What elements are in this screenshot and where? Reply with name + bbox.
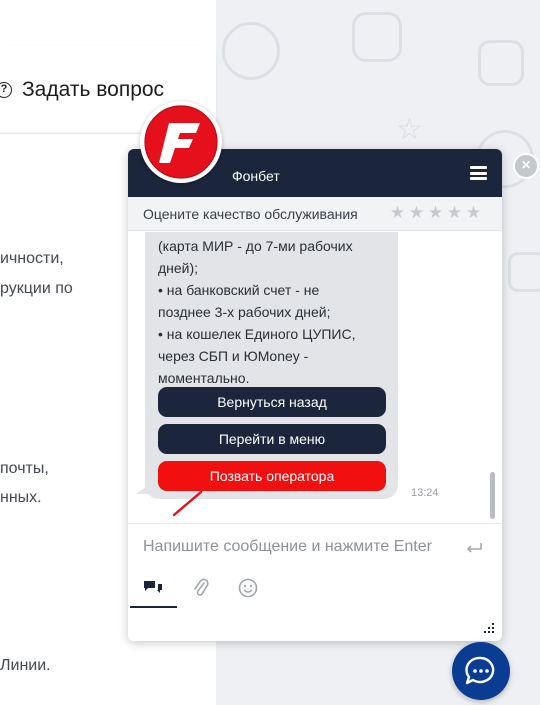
input-area <box>128 523 502 569</box>
page-text-line: почты, <box>0 460 49 477</box>
message-line: (карта МИР - до 7-ми рабочих <box>158 238 353 254</box>
page-text-line: ичности, <box>0 250 64 267</box>
chat-bubble-icon[interactable] <box>452 642 510 700</box>
message-line: дней); <box>158 260 199 276</box>
bot-message-bubble: (карта МИР - до 7-ми рабочих дней); • на… <box>145 232 398 499</box>
star-icon[interactable]: ★ <box>407 203 426 223</box>
back-button[interactable]: Вернуться назад <box>158 387 386 417</box>
scrollbar-thumb[interactable] <box>490 472 495 519</box>
brand-logo <box>140 101 222 183</box>
menu-icon[interactable] <box>470 166 487 180</box>
star-icon[interactable]: ★ <box>445 203 464 223</box>
message-line: • на банковский счет - не <box>158 282 320 298</box>
page-text-line: рукции по <box>0 280 73 297</box>
message-text: (карта МИР - до 7-ми рабочих дней); • на… <box>158 235 388 389</box>
call-operator-button[interactable]: Позвать оператора <box>158 461 386 491</box>
rating-bar: Оцените качество обслуживания ★ ★ ★ ★ ★ <box>128 197 502 231</box>
chat-widget: Фонбет Оцените качество обслуживания ★ ★… <box>128 149 502 641</box>
message-time: 13:24 <box>411 487 439 499</box>
star-icon[interactable]: ★ <box>426 203 445 223</box>
message-line: через СБП и ЮMoney - <box>158 348 309 364</box>
message-list: (карта МИР - до 7-ми рабочих дней); • на… <box>128 232 502 522</box>
ask-question-label: Задать вопрос <box>22 78 165 101</box>
message-line: • на кошелек Единого ЦУПИС, <box>158 326 356 342</box>
star-icon[interactable]: ★ <box>388 203 407 223</box>
background-badge-icon <box>508 252 540 292</box>
page-text-line: нных. <box>0 489 42 506</box>
rating-stars: ★ ★ ★ ★ ★ <box>388 203 483 223</box>
message-line: позднее 3-х рабочих дней; <box>158 304 331 320</box>
paperclip-icon[interactable] <box>189 577 213 599</box>
chat-icon[interactable] <box>141 577 165 599</box>
chat-toolbar <box>128 569 502 609</box>
rating-label: Оцените качество обслуживания <box>143 206 358 222</box>
question-icon: ? <box>0 82 12 98</box>
message-input[interactable] <box>143 536 453 558</box>
chat-title: Фонбет <box>232 168 280 184</box>
enter-icon[interactable] <box>465 542 483 554</box>
smiley-icon[interactable] <box>236 577 260 599</box>
annotation-arrow <box>172 490 203 517</box>
message-line: моментально. <box>158 370 250 386</box>
background-badge-icon <box>478 40 524 86</box>
ask-question-button[interactable]: ? Задать вопрос <box>0 78 164 102</box>
close-icon[interactable]: × <box>513 153 539 179</box>
background-ball-icon <box>222 22 280 80</box>
background-badge-icon <box>352 12 402 62</box>
active-tab-indicator <box>130 606 177 608</box>
star-icon[interactable]: ★ <box>464 203 483 223</box>
background-star-icon: ☆ <box>396 113 423 146</box>
page-text-line: Линии. <box>0 657 51 674</box>
resize-grip-icon[interactable] <box>483 622 495 634</box>
go-to-menu-button[interactable]: Перейти в меню <box>158 424 386 454</box>
